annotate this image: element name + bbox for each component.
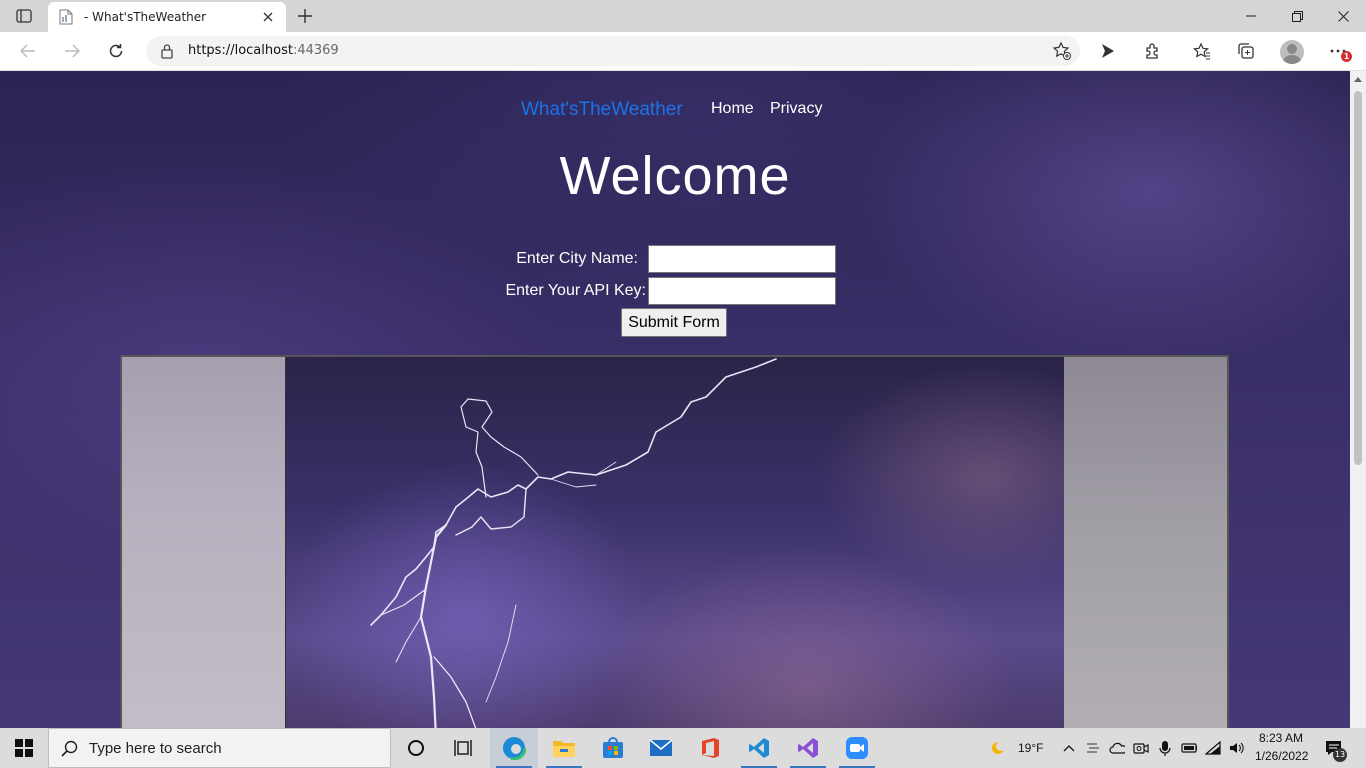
page-viewport: What'sTheWeather Home Privacy Welcome En… — [0, 71, 1350, 728]
windows-logo-icon — [15, 739, 33, 757]
tab-strip: - What'sTheWeather — [0, 0, 1366, 32]
refresh-button[interactable] — [102, 38, 130, 64]
profile-avatar[interactable] — [1280, 40, 1304, 64]
scrollbar-thumb[interactable] — [1354, 91, 1362, 465]
close-window-button[interactable] — [1320, 0, 1366, 32]
windows-taskbar: Type here to search 19°F 8:23 AM 1/26/20… — [0, 728, 1366, 768]
start-button[interactable] — [0, 728, 48, 768]
new-tab-button[interactable] — [294, 5, 316, 27]
site-brand-link[interactable]: What'sTheWeather — [521, 99, 683, 121]
collections-icon[interactable] — [1232, 38, 1260, 64]
lock-icon[interactable] — [160, 43, 176, 59]
page-icon — [58, 9, 74, 25]
site-navbar: What'sTheWeather Home Privacy — [0, 99, 1350, 125]
api-key-label: Enter Your API Key: — [505, 282, 646, 299]
tab-title: - What'sTheWeather — [84, 10, 207, 24]
url-host: https://localhost — [188, 43, 293, 58]
scroll-up-icon[interactable] — [1354, 76, 1362, 84]
edge-app-icon[interactable] — [490, 728, 538, 768]
image-carousel — [120, 355, 1229, 728]
city-name-label: Enter City Name: — [516, 250, 638, 267]
add-favorite-icon[interactable] — [1052, 41, 1072, 61]
search-placeholder: Type here to search — [89, 740, 222, 757]
taskbar-search[interactable]: Type here to search — [48, 728, 391, 768]
url-port: :44369 — [292, 43, 339, 58]
page-title: Welcome — [559, 146, 791, 206]
send-icon[interactable] — [1094, 38, 1122, 64]
vs-code-icon[interactable] — [735, 728, 783, 768]
extensions-icon[interactable] — [1139, 38, 1167, 64]
office-icon[interactable] — [686, 728, 734, 768]
cortana-icon[interactable] — [392, 728, 440, 768]
task-view-icon[interactable] — [440, 728, 488, 768]
file-explorer-icon[interactable] — [540, 728, 588, 768]
tab-actions-icon[interactable] — [10, 7, 38, 25]
back-button[interactable] — [14, 38, 42, 64]
browser-toolbar: https://localhost:44369 — [0, 32, 1366, 71]
nav-home-link[interactable]: Home — [711, 100, 754, 118]
volume-icon[interactable] — [1229, 740, 1245, 756]
microphone-icon[interactable] — [1157, 740, 1173, 756]
notifications-count-badge: 13 — [1333, 748, 1347, 762]
forward-button[interactable] — [58, 38, 86, 64]
zoom-icon[interactable] — [833, 728, 881, 768]
minimize-button[interactable] — [1228, 0, 1274, 32]
close-tab-icon[interactable] — [258, 7, 278, 27]
microsoft-store-icon[interactable] — [589, 728, 637, 768]
url-text: https://localhost:44369 — [188, 43, 339, 58]
nav-privacy-link[interactable]: Privacy — [770, 100, 822, 118]
search-icon — [61, 740, 79, 758]
weather-temperature[interactable]: 19°F — [1018, 741, 1043, 755]
favorites-icon[interactable] — [1188, 38, 1216, 64]
submit-form-button[interactable]: Submit Form — [621, 308, 727, 337]
clock-time[interactable]: 8:23 AM — [1259, 731, 1303, 745]
network-activity-icon[interactable] — [1085, 740, 1101, 756]
weather-icon[interactable] — [990, 740, 1006, 756]
camera-icon[interactable] — [1133, 740, 1149, 756]
city-name-input[interactable] — [648, 245, 836, 273]
lightning-bolt-graphic — [370, 358, 777, 728]
browser-tab[interactable]: - What'sTheWeather — [48, 2, 286, 32]
wifi-icon[interactable] — [1205, 740, 1221, 756]
battery-icon[interactable] — [1181, 740, 1197, 756]
visual-studio-icon[interactable] — [784, 728, 832, 768]
clock-date[interactable]: 1/26/2022 — [1255, 749, 1308, 763]
restore-button[interactable] — [1274, 0, 1320, 32]
chevron-up-icon[interactable] — [1061, 740, 1077, 756]
carousel-next-slide[interactable] — [1064, 357, 1227, 728]
address-bar[interactable]: https://localhost:44369 — [146, 36, 1080, 66]
onedrive-icon[interactable] — [1109, 740, 1125, 756]
page-scrollbar[interactable] — [1350, 71, 1366, 728]
lightning-image — [285, 357, 1065, 728]
carousel-prev-slide[interactable] — [122, 357, 285, 728]
notification-badge: 1 — [1341, 51, 1352, 62]
api-key-input[interactable] — [648, 277, 836, 305]
mail-icon[interactable] — [637, 728, 685, 768]
